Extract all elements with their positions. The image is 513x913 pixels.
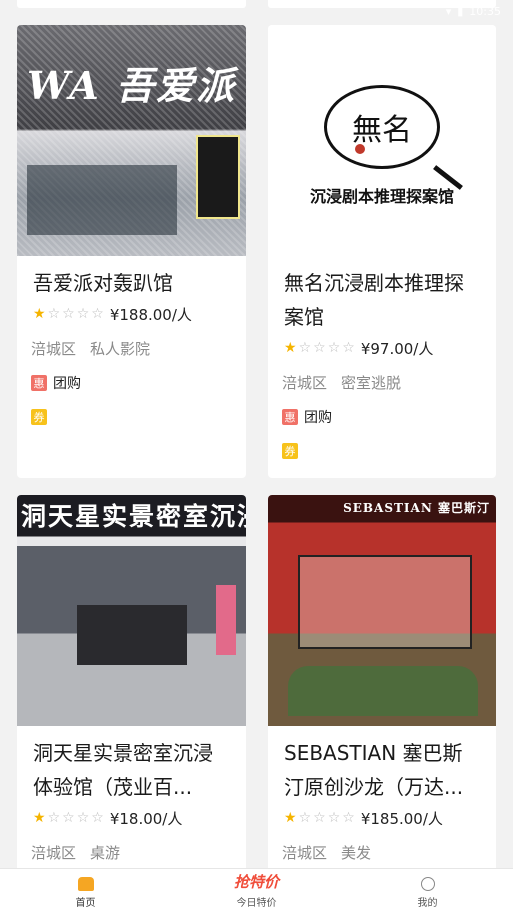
rating-row: ★ ☆ ☆ ☆ ☆ ¥97.00/人 (284, 338, 480, 358)
venue-image[interactable]: SEBASTIAN 塞巴斯汀 (268, 495, 496, 726)
star-icon: ☆ (47, 810, 61, 826)
venue-district: 涪城区 (282, 844, 328, 862)
star-icon: ☆ (313, 340, 326, 356)
nav-home[interactable]: 首页 (26, 877, 146, 909)
venue-title[interactable]: 洞天星实景密室沉浸体验馆（茂业百... (33, 736, 230, 804)
wifi-icon: ▾ (445, 4, 452, 18)
venue-price: ¥188.00/人 (109, 305, 192, 324)
user-icon (420, 877, 435, 891)
magnifier-logo: 無名 (324, 84, 463, 190)
venue-price: ¥97.00/人 (360, 339, 434, 358)
star-icon: ★ (33, 810, 46, 826)
coupon-icon: 券 (31, 409, 47, 425)
nav-profile-label: 我的 (417, 898, 438, 909)
venue-card[interactable]: 無名 沉浸剧本推理探案馆 無名沉浸剧本推理探案馆 ★ ☆ ☆ ☆ ☆ ¥97.0… (268, 25, 496, 478)
venue-image[interactable]: WA 吾爱派 (17, 25, 246, 256)
venue-meta: 涪城区 桌游 (31, 842, 232, 863)
venue-title[interactable]: SEBASTIAN 塞巴斯汀原创沙龙（万达... (284, 736, 480, 804)
storefront-window (298, 555, 472, 649)
star-icon: ☆ (76, 306, 90, 322)
logo-text: 無名 (352, 112, 412, 148)
coupon-icon: 券 (282, 443, 298, 459)
venue-category: 美发 (341, 844, 372, 862)
bottom-nav: 首页 抢特价 今日特价 我的 (0, 868, 513, 913)
star-icon: ☆ (62, 306, 75, 322)
star-icon: ☆ (298, 340, 312, 356)
venue-price: ¥18.00/人 (109, 809, 183, 828)
nav-home-label: 首页 (75, 898, 96, 909)
venue-category: 密室逃脱 (341, 374, 402, 392)
venue-sign: 洞天星实景密室沉浸 (21, 502, 246, 531)
venue-meta: 涪城区 私人影院 (31, 338, 232, 359)
venue-image[interactable]: 洞天星实景密室沉浸 (17, 495, 246, 726)
rating-row: ★ ☆ ☆ ☆ ☆ ¥188.00/人 (33, 304, 230, 324)
interior-wall (77, 605, 187, 665)
star-icon: ☆ (91, 306, 104, 322)
star-rating: ★ ☆ ☆ ☆ ☆ (33, 307, 104, 321)
star-rating: ★ ☆ ☆ ☆ ☆ (33, 811, 104, 825)
star-icon: ☆ (342, 810, 355, 826)
star-icon: ☆ (298, 810, 312, 826)
card-stub (17, 0, 246, 8)
battery-icon: ▮ (457, 4, 464, 18)
storefront-window (27, 165, 177, 235)
status-bar: ▾ ▮ 10:35 (446, 0, 501, 22)
star-icon: ★ (284, 340, 297, 356)
storefront-sign (196, 135, 240, 219)
star-icon: ☆ (342, 340, 355, 356)
deal-icon: 抢特价 (233, 873, 279, 891)
nav-deals[interactable]: 抢特价 今日特价 (197, 871, 317, 909)
plants (288, 666, 478, 716)
star-icon: ☆ (47, 306, 61, 322)
status-time: 10:35 (469, 4, 501, 18)
nav-deals-label: 今日特价 (236, 898, 277, 909)
star-icon: ★ (284, 810, 297, 826)
star-rating: ★ ☆ ☆ ☆ ☆ (284, 341, 355, 355)
rating-row: ★ ☆ ☆ ☆ ☆ ¥185.00/人 (284, 808, 480, 828)
venue-meta: 涪城区 密室逃脱 (282, 372, 482, 393)
discount-icon: 惠 (31, 375, 47, 391)
star-icon: ☆ (91, 810, 104, 826)
tag-label: 团购 (53, 376, 81, 392)
venue-category: 私人影院 (90, 340, 151, 358)
venue-title[interactable]: 無名沉浸剧本推理探案馆 (284, 266, 480, 334)
venue-price: ¥185.00/人 (360, 809, 443, 828)
venue-sign: SEBASTIAN 塞巴斯汀 (343, 501, 490, 515)
venue-card[interactable]: WA 吾爱派 吾爱派对轰趴馆 ★ ☆ ☆ ☆ ☆ ¥188.00/人 涪城区 私… (17, 25, 246, 478)
group-buy-tag: 惠 团购 (282, 407, 482, 427)
star-icon: ☆ (76, 810, 90, 826)
discount-icon: 惠 (282, 409, 298, 425)
group-buy-tag: 惠 团购 (31, 373, 232, 393)
star-icon: ☆ (327, 810, 341, 826)
venue-meta: 涪城区 美发 (282, 842, 482, 863)
star-icon: ★ (33, 306, 46, 322)
interior-poster (216, 585, 236, 655)
blood-drop (355, 143, 365, 154)
rating-row: ★ ☆ ☆ ☆ ☆ ¥18.00/人 (33, 808, 230, 828)
venue-category: 桌游 (90, 844, 121, 862)
star-icon: ☆ (327, 340, 341, 356)
venue-card[interactable]: SEBASTIAN 塞巴斯汀 SEBASTIAN 塞巴斯汀原创沙龙（万达... … (268, 495, 496, 875)
venue-district: 涪城区 (31, 340, 77, 358)
star-icon: ☆ (313, 810, 326, 826)
venue-district: 涪城区 (31, 844, 77, 862)
star-rating: ★ ☆ ☆ ☆ ☆ (284, 811, 355, 825)
star-icon: ☆ (62, 810, 75, 826)
venue-district: 涪城区 (282, 374, 328, 392)
venue-image[interactable]: 無名 沉浸剧本推理探案馆 (268, 25, 496, 256)
venue-sign: WA 吾爱派 (27, 63, 236, 108)
venue-title[interactable]: 吾爱派对轰趴馆 (33, 266, 230, 300)
logo-subtitle: 沉浸剧本推理探案馆 (309, 186, 454, 206)
nav-profile[interactable]: 我的 (368, 877, 488, 909)
home-icon (77, 877, 94, 891)
tag-label: 团购 (304, 410, 332, 426)
venue-card[interactable]: 洞天星实景密室沉浸 洞天星实景密室沉浸体验馆（茂业百... ★ ☆ ☆ ☆ ☆ … (17, 495, 246, 875)
